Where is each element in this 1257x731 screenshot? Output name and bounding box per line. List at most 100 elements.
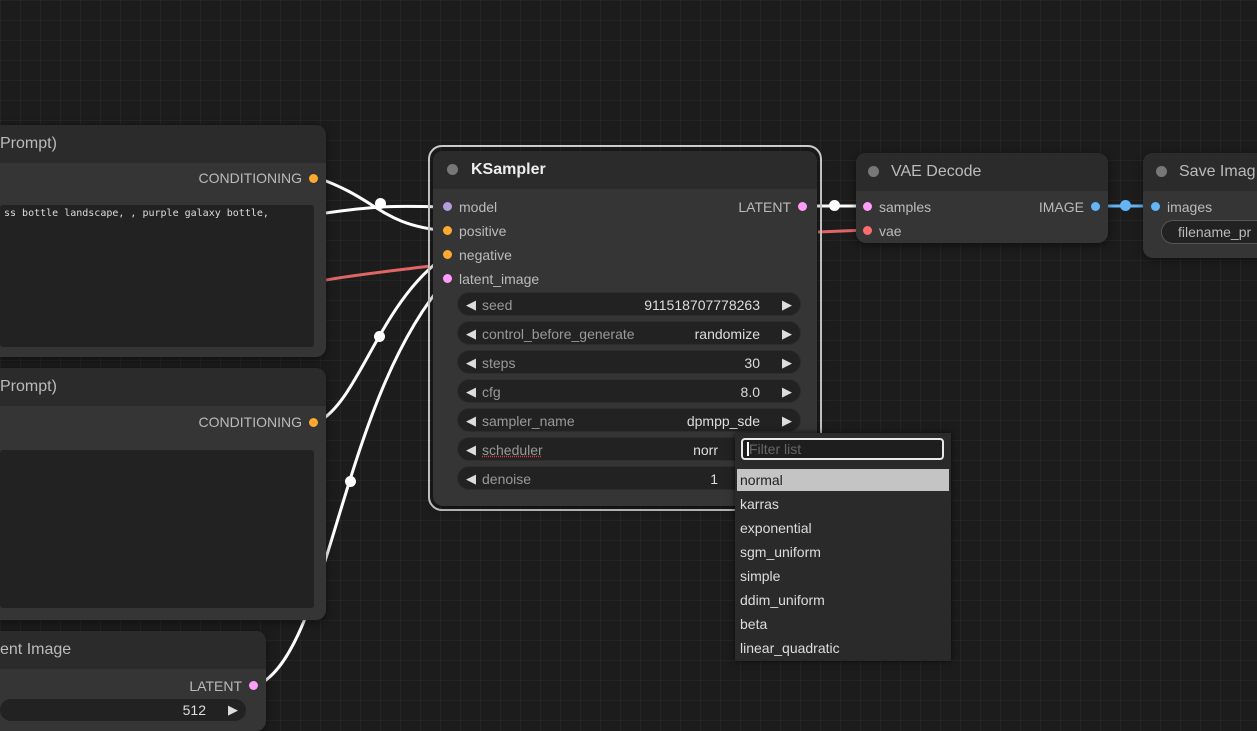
widget-label: steps [482, 355, 516, 371]
input-vae[interactable]: vae [863, 221, 902, 241]
output-image-dot[interactable] [1091, 202, 1100, 211]
input-dot[interactable] [863, 202, 872, 211]
control-before-generate-widget[interactable]: ◀ control_before_generate randomize ▶ [457, 321, 801, 345]
decrement-arrow-icon[interactable]: ◀ [462, 467, 480, 491]
widget-value: randomize [694, 326, 760, 342]
output-conditioning-dot[interactable] [309, 418, 318, 427]
dropdown-item-linear-quadratic[interactable]: linear_quadratic [737, 637, 949, 659]
input-images[interactable]: images [1151, 197, 1212, 217]
dropdown-item-simple[interactable]: simple [737, 565, 949, 587]
input-samples[interactable]: samples [863, 197, 931, 217]
input-model[interactable]: model [443, 197, 497, 217]
dropdown-item-beta[interactable]: beta [737, 613, 949, 635]
prompt-text-input[interactable] [0, 450, 314, 608]
node-title: KSampler [471, 161, 546, 178]
link-reroute-knot[interactable] [374, 331, 385, 342]
widget-label: cfg [482, 384, 501, 400]
widget-value: norr [693, 442, 718, 458]
sampler-name-widget[interactable]: ◀ sampler_name dpmpp_sde ▶ [457, 408, 801, 432]
increment-arrow-icon[interactable]: ▶ [778, 409, 796, 433]
node-title-bar[interactable]: Prompt) [0, 125, 326, 163]
widget-label: control_before_generate [482, 326, 635, 342]
node-title-bar[interactable]: Save Imag [1143, 153, 1257, 191]
increment-arrow-icon[interactable]: ▶ [778, 322, 796, 346]
widget-value: dpmpp_sde [686, 413, 760, 429]
widget-label: filename_pr [1178, 224, 1252, 240]
input-label: vae [879, 223, 902, 239]
link-reroute-knot[interactable] [829, 200, 840, 211]
decrement-arrow-icon[interactable]: ◀ [462, 380, 480, 404]
scheduler-dropdown[interactable]: Filter list normal karras exponential sg… [735, 433, 951, 661]
seed-widget[interactable]: ◀ seed 911518707778263 ▶ [457, 292, 801, 316]
input-negative[interactable]: negative [443, 245, 512, 265]
widget-label: seed [482, 297, 513, 313]
decrement-arrow-icon[interactable]: ◀ [462, 351, 480, 375]
increment-arrow-icon[interactable]: ▶ [778, 380, 796, 404]
output-conditioning-dot[interactable] [309, 174, 318, 183]
node-title-bar[interactable]: VAE Decode [856, 153, 1108, 191]
node-title: Prompt) [0, 378, 57, 395]
prompt-text-input[interactable]: ss bottle landscape, , purple galaxy bot… [0, 205, 314, 347]
collapse-dot-icon[interactable] [1156, 166, 1167, 177]
positive-prompt-node[interactable]: Prompt) CONDITIONING ss bottle landscape… [0, 125, 326, 357]
node-title-bar[interactable]: Prompt) [0, 368, 326, 406]
dropdown-item-sgm-uniform[interactable]: sgm_uniform [737, 541, 949, 563]
input-label: samples [879, 199, 932, 215]
vae-decode-node[interactable]: VAE Decode samples vae IMAGE [856, 153, 1108, 243]
increment-arrow-icon[interactable]: ▶ [778, 351, 796, 375]
collapse-dot-icon[interactable] [447, 164, 458, 175]
dropdown-item-karras[interactable]: karras [737, 493, 949, 515]
input-dot[interactable] [443, 274, 452, 283]
save-image-node[interactable]: Save Imag images filename_pr [1143, 153, 1257, 258]
output-latent-label: LATENT [189, 678, 242, 694]
dropdown-item-normal[interactable]: normal [737, 469, 949, 491]
node-title-bar[interactable]: KSampler [433, 151, 817, 189]
steps-widget[interactable]: ◀ steps 30 ▶ [457, 350, 801, 374]
widget-label: scheduler [482, 442, 543, 458]
link-reroute-knot[interactable] [345, 476, 356, 487]
widget-value: 8.0 [740, 384, 760, 400]
filter-list-input[interactable]: Filter list [741, 438, 944, 460]
filter-placeholder: Filter list [749, 441, 802, 457]
node-title-bar[interactable]: ent Image [0, 631, 266, 669]
input-positive[interactable]: positive [443, 221, 506, 241]
increment-arrow-icon[interactable]: ▶ [228, 702, 238, 718]
decrement-arrow-icon[interactable]: ◀ [462, 322, 480, 346]
input-label: latent_image [459, 271, 540, 287]
input-label: positive [459, 223, 507, 239]
output-latent-dot[interactable] [249, 681, 258, 690]
input-dot[interactable] [443, 202, 452, 211]
input-latent-image[interactable]: latent_image [443, 269, 539, 289]
widget-label: denoise [482, 471, 532, 487]
width-value: 512 [182, 702, 206, 718]
width-widget[interactable]: 512 ▶ [0, 699, 246, 721]
widget-value: 911518707778263 [644, 297, 760, 313]
input-dot[interactable] [863, 226, 872, 235]
collapse-dot-icon[interactable] [868, 166, 879, 177]
cfg-widget[interactable]: ◀ cfg 8.0 ▶ [457, 379, 801, 403]
input-dot[interactable] [443, 226, 452, 235]
input-dot[interactable] [443, 250, 452, 259]
link-reroute-knot[interactable] [375, 198, 386, 209]
decrement-arrow-icon[interactable]: ◀ [462, 293, 480, 317]
output-latent-label: LATENT [738, 199, 791, 215]
latent-image-node[interactable]: ent Image LATENT 512 ▶ [0, 631, 266, 731]
dropdown-item-exponential[interactable]: exponential [737, 517, 949, 539]
link-reroute-knot[interactable] [1120, 200, 1131, 211]
node-title: VAE Decode [891, 163, 982, 180]
input-label: model [459, 199, 498, 215]
node-title: Prompt) [0, 135, 57, 152]
output-latent-dot[interactable] [798, 202, 807, 211]
input-label: negative [459, 247, 512, 263]
output-conditioning-label: CONDITIONING [198, 414, 302, 430]
widget-label: sampler_name [482, 413, 575, 429]
decrement-arrow-icon[interactable]: ◀ [462, 438, 480, 462]
dropdown-item-ddim-uniform[interactable]: ddim_uniform [737, 589, 949, 611]
filename-prefix-widget[interactable]: filename_pr [1161, 220, 1257, 244]
increment-arrow-icon[interactable]: ▶ [778, 293, 796, 317]
text-caret [747, 442, 749, 456]
input-dot[interactable] [1151, 202, 1160, 211]
negative-prompt-node[interactable]: Prompt) CONDITIONING [0, 368, 326, 620]
decrement-arrow-icon[interactable]: ◀ [462, 409, 480, 433]
widget-value: 1 [710, 471, 718, 487]
